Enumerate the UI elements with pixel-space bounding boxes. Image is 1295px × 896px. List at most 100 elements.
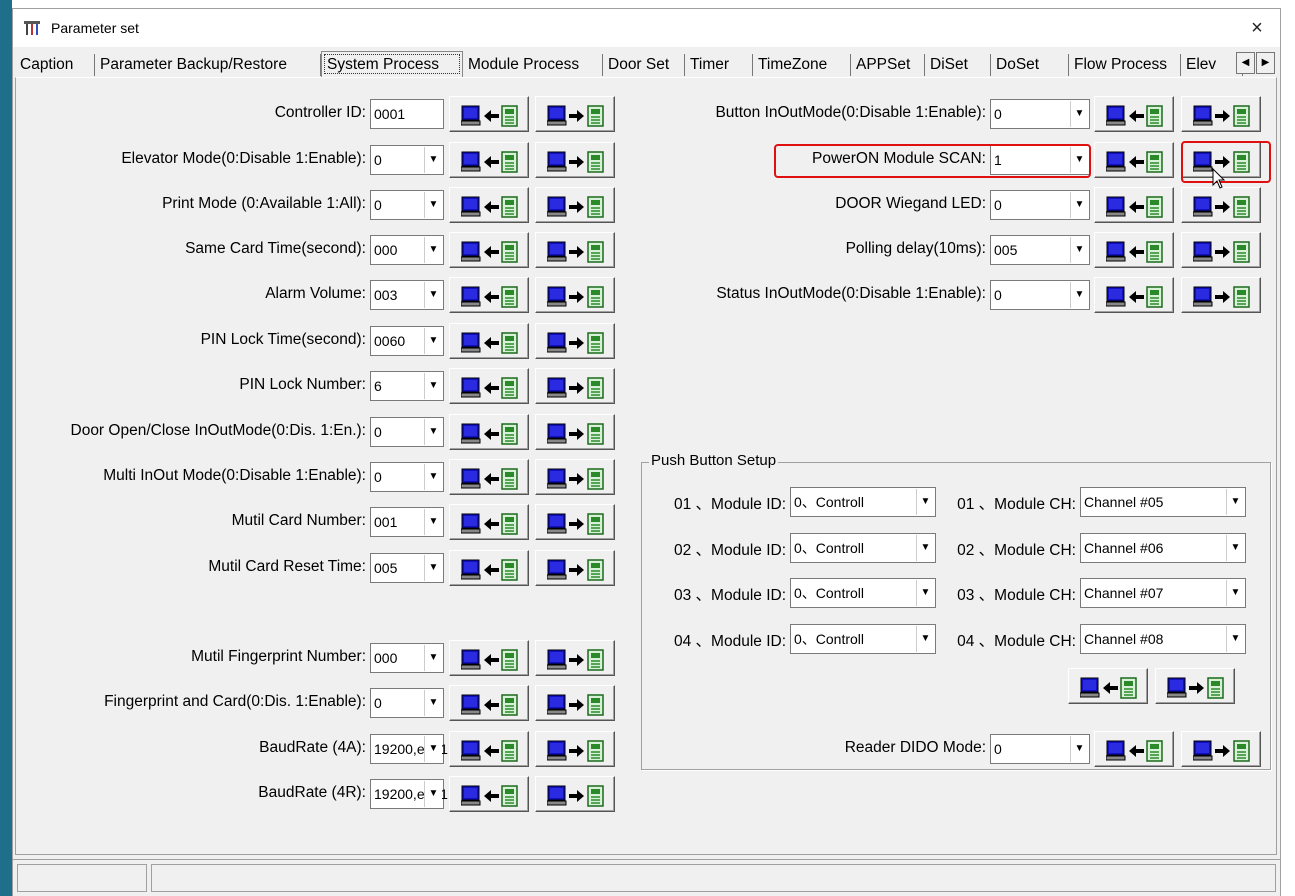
read-from-device-button[interactable] <box>449 232 529 268</box>
read-from-device-button[interactable] <box>449 96 529 132</box>
controller-id-input[interactable]: 0001 <box>370 99 444 129</box>
chevron-down-icon[interactable]: ▼ <box>916 580 934 606</box>
write-to-device-button[interactable] <box>535 232 615 268</box>
read-from-device-button[interactable] <box>449 323 529 359</box>
param-select[interactable]: 005 ▼ <box>990 235 1090 265</box>
tab-doset[interactable]: DoSet <box>991 54 1069 76</box>
write-to-device-button[interactable] <box>535 277 615 313</box>
chevron-down-icon[interactable]: ▼ <box>424 237 442 263</box>
tab-diset[interactable]: DiSet <box>925 54 991 76</box>
chevron-down-icon[interactable]: ▼ <box>424 282 442 308</box>
chevron-down-icon[interactable]: ▼ <box>424 555 442 581</box>
read-from-device-button[interactable] <box>449 414 529 450</box>
param-select[interactable]: 0060 ▼ <box>370 326 444 356</box>
chevron-down-icon[interactable]: ▼ <box>1070 101 1088 127</box>
tab-flow-process[interactable]: Flow Process <box>1069 54 1181 76</box>
read-from-device-button[interactable] <box>449 187 529 223</box>
param-select[interactable]: 0 ▼ <box>370 462 444 492</box>
write-to-device-button[interactable] <box>535 550 615 586</box>
write-to-device-button[interactable] <box>535 142 615 178</box>
chevron-down-icon[interactable]: ▼ <box>424 419 442 445</box>
write-to-device-button[interactable] <box>535 368 615 404</box>
tab-scroll-right-button[interactable]: ▶ <box>1256 52 1275 74</box>
chevron-down-icon[interactable]: ▼ <box>424 509 442 535</box>
chevron-down-icon[interactable]: ▼ <box>916 535 934 561</box>
write-to-device-button[interactable] <box>535 414 615 450</box>
module-ch-select[interactable]: Channel #05 ▼ <box>1080 487 1246 517</box>
chevron-down-icon[interactable]: ▼ <box>424 690 442 716</box>
write-to-device-button[interactable] <box>1181 731 1261 767</box>
tab-caption[interactable]: Caption <box>15 54 95 76</box>
read-from-device-button[interactable] <box>1094 187 1174 223</box>
close-button[interactable]: × <box>1242 15 1272 41</box>
module-id-select[interactable]: 0、Controll ▼ <box>790 533 936 563</box>
tab-module-process[interactable]: Module Process <box>463 54 603 76</box>
write-to-device-button[interactable] <box>535 776 615 812</box>
tab-elev[interactable]: Elev <box>1181 54 1243 76</box>
write-to-device-button[interactable] <box>1181 96 1261 132</box>
param-select[interactable]: 000 ▼ <box>370 235 444 265</box>
read-from-device-button[interactable] <box>1068 668 1148 704</box>
param-select[interactable]: 005 ▼ <box>370 553 444 583</box>
chevron-down-icon[interactable]: ▼ <box>1226 535 1244 561</box>
param-select[interactable]: 0 ▼ <box>370 688 444 718</box>
tab-parameter-backup-restore[interactable]: Parameter Backup/Restore <box>95 54 321 76</box>
write-to-device-button[interactable] <box>535 640 615 676</box>
read-from-device-button[interactable] <box>449 776 529 812</box>
param-select[interactable]: 0 ▼ <box>370 145 444 175</box>
read-from-device-button[interactable] <box>1094 731 1174 767</box>
chevron-down-icon[interactable]: ▼ <box>424 464 442 490</box>
write-to-device-button[interactable] <box>535 96 615 132</box>
read-from-device-button[interactable] <box>449 459 529 495</box>
tab-system-process[interactable]: System Process <box>321 51 463 77</box>
chevron-down-icon[interactable]: ▼ <box>916 489 934 515</box>
write-to-device-button[interactable] <box>535 323 615 359</box>
read-from-device-button[interactable] <box>449 504 529 540</box>
module-ch-select[interactable]: Channel #06 ▼ <box>1080 533 1246 563</box>
param-select[interactable]: 0 ▼ <box>990 190 1090 220</box>
chevron-down-icon[interactable]: ▼ <box>424 192 442 218</box>
tab-scroll-left-button[interactable]: ◀ <box>1236 52 1255 74</box>
read-from-device-button[interactable] <box>449 142 529 178</box>
write-to-device-button[interactable] <box>535 685 615 721</box>
chevron-down-icon[interactable]: ▼ <box>1070 192 1088 218</box>
write-to-device-button[interactable] <box>1155 668 1235 704</box>
chevron-down-icon[interactable]: ▼ <box>916 626 934 652</box>
module-id-select[interactable]: 0、Controll ▼ <box>790 624 936 654</box>
read-from-device-button[interactable] <box>449 685 529 721</box>
param-select[interactable]: 000 ▼ <box>370 643 444 673</box>
read-from-device-button[interactable] <box>449 550 529 586</box>
read-from-device-button[interactable] <box>449 368 529 404</box>
module-ch-select[interactable]: Channel #08 ▼ <box>1080 624 1246 654</box>
param-select[interactable]: 003 ▼ <box>370 280 444 310</box>
write-to-device-button[interactable] <box>1181 232 1261 268</box>
chevron-down-icon[interactable]: ▼ <box>424 645 442 671</box>
chevron-down-icon[interactable]: ▼ <box>1226 489 1244 515</box>
tab-timezone[interactable]: TimeZone <box>753 54 851 76</box>
param-select[interactable]: 6 ▼ <box>370 371 444 401</box>
write-to-device-button[interactable] <box>535 187 615 223</box>
chevron-down-icon[interactable]: ▼ <box>424 781 442 807</box>
param-select[interactable]: 0 ▼ <box>370 417 444 447</box>
chevron-down-icon[interactable]: ▼ <box>424 736 442 762</box>
write-to-device-button[interactable] <box>1181 277 1261 313</box>
read-from-device-button[interactable] <box>449 277 529 313</box>
read-from-device-button[interactable] <box>1094 232 1174 268</box>
chevron-down-icon[interactable]: ▼ <box>1070 237 1088 263</box>
param-select[interactable]: 19200,e,8,1 ▼ <box>370 779 448 809</box>
module-id-select[interactable]: 0、Controll ▼ <box>790 578 936 608</box>
param-select[interactable]: 0 ▼ <box>990 280 1090 310</box>
read-from-device-button[interactable] <box>1094 142 1174 178</box>
tab-timer[interactable]: Timer <box>685 54 753 76</box>
param-select[interactable]: 0 ▼ <box>370 190 444 220</box>
chevron-down-icon[interactable]: ▼ <box>424 373 442 399</box>
param-select[interactable]: 19200,e,8,1 ▼ <box>370 734 448 764</box>
reader-dido-select[interactable]: 0 ▼ <box>990 734 1090 764</box>
read-from-device-button[interactable] <box>449 640 529 676</box>
tab-appset[interactable]: APPSet <box>851 54 925 76</box>
chevron-down-icon[interactable]: ▼ <box>1226 580 1244 606</box>
write-to-device-button[interactable] <box>535 731 615 767</box>
chevron-down-icon[interactable]: ▼ <box>1070 282 1088 308</box>
param-select[interactable]: 0 ▼ <box>990 99 1090 129</box>
tab-door-set[interactable]: Door Set <box>603 54 685 76</box>
